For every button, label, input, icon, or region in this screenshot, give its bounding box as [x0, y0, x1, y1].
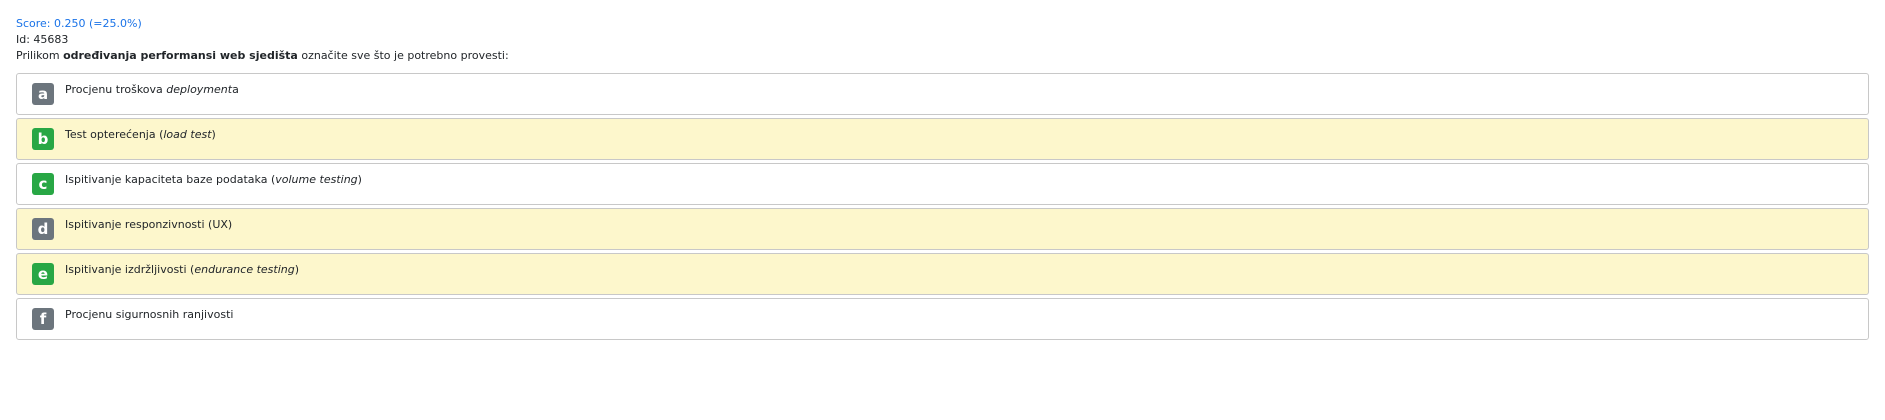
answer-text: Procjenu troškova deploymenta [65, 83, 239, 97]
answer-text: Procjenu sigurnosnih ranjivosti [65, 308, 233, 322]
answer-text-main: Ispitivanje izdržljivosti ( [65, 263, 195, 276]
answer-text-main: Procjenu troškova [65, 83, 167, 96]
answer-option-f[interactable]: f Procjenu sigurnosnih ranjivosti [16, 298, 1869, 340]
answer-option-c[interactable]: c Ispitivanje kapaciteta baze podataka (… [16, 163, 1869, 205]
answer-text-after: ) [357, 173, 362, 186]
answer-text: Test opterećenja (load test) [65, 128, 216, 142]
answer-text-italic: load test [163, 128, 212, 141]
answer-text: Ispitivanje kapaciteta baze podataka (vo… [65, 173, 362, 187]
answer-text-main: Ispitivanje kapaciteta baze podataka ( [65, 173, 276, 186]
answer-text-main: Procjenu sigurnosnih ranjivosti [65, 308, 234, 321]
answer-letter-badge: b [32, 128, 54, 150]
answer-option-d[interactable]: d Ispitivanje responzivnosti (UX) [16, 208, 1869, 250]
answer-text: Ispitivanje responzivnosti (UX) [65, 218, 232, 232]
score-text: Score: 0.250 (=25.0%) [16, 17, 142, 30]
answer-text-after: a [232, 83, 239, 96]
answer-option-a[interactable]: a Procjenu troškova deploymenta [16, 73, 1869, 115]
question-id: Id: 45683 [16, 33, 69, 46]
question-panel: Score: 0.250 (=25.0%) Id: 45683 Prilikom… [16, 16, 1869, 340]
answer-option-b[interactable]: b Test opterećenja (load test) [16, 118, 1869, 160]
question-suffix: označite sve što je potrebno provesti: [297, 49, 509, 62]
answer-text-main: Test opterećenja ( [65, 128, 164, 141]
answer-letter-badge: d [32, 218, 54, 240]
answer-letter-badge: f [32, 308, 54, 330]
answer-text-after: ) [294, 263, 300, 276]
answer-letter-badge: e [32, 263, 54, 285]
answer-text-italic: deployment [166, 83, 233, 96]
question-prefix: Prilikom [16, 49, 64, 62]
answer-text-italic: volume testing [275, 173, 358, 186]
question-bold: određivanja performansi web sjedišta [63, 49, 298, 62]
answer-letter-badge: c [32, 173, 54, 195]
question-text: Prilikom određivanja performansi web sje… [16, 48, 1869, 64]
answer-text-after: ) [211, 128, 216, 141]
answer-list: a Procjenu troškova deploymenta b Test o… [16, 73, 1869, 340]
answer-option-e[interactable]: e Ispitivanje izdržljivosti (endurance t… [16, 253, 1869, 295]
answer-text-italic: endurance testing [194, 263, 295, 276]
answer-letter-badge: a [32, 83, 54, 105]
answer-text: Ispitivanje izdržljivosti (endurance tes… [65, 263, 299, 277]
answer-text-main: Ispitivanje responzivnosti (UX) [65, 218, 233, 231]
